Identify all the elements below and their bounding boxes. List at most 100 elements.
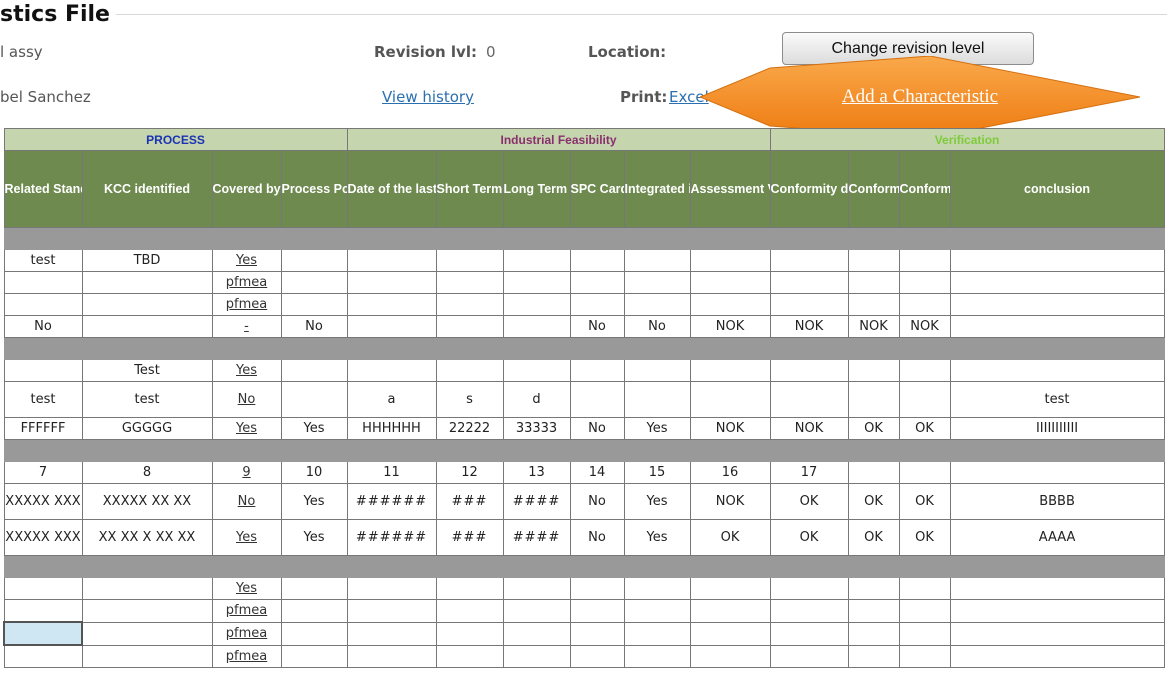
table-cell bbox=[502, 293, 571, 316]
table-cell bbox=[81, 271, 213, 294]
table-cell bbox=[346, 644, 437, 668]
table-row: pfmea bbox=[3, 271, 1165, 294]
table-cell[interactable]: pfmea bbox=[211, 621, 282, 646]
table-cell bbox=[3, 293, 83, 316]
table-cell bbox=[502, 644, 571, 668]
table-cell bbox=[280, 271, 348, 294]
table-cell: s bbox=[435, 381, 504, 418]
table-cell: No bbox=[569, 519, 625, 556]
table-cell: 14 bbox=[569, 461, 625, 484]
table-cell bbox=[346, 249, 437, 272]
table-cell: NOK bbox=[689, 483, 771, 520]
table-cell bbox=[81, 315, 213, 338]
column-header: conclusion bbox=[949, 150, 1165, 228]
owner-name: bel Sanchez bbox=[0, 88, 91, 106]
table-cell: NOK bbox=[898, 315, 951, 338]
table-cell bbox=[3, 644, 83, 668]
table-cell: Test bbox=[81, 359, 213, 382]
table-cell[interactable]: pfmea bbox=[211, 599, 282, 623]
column-header: Conformity drawing/ file bbox=[769, 150, 849, 228]
table-cell bbox=[949, 359, 1165, 382]
table-cell bbox=[689, 621, 771, 646]
table-cell bbox=[280, 577, 348, 600]
separator-cell bbox=[3, 227, 1165, 250]
table-cell bbox=[898, 359, 951, 382]
table-row: No - No No No NOK NOK NOK NOK bbox=[3, 315, 1165, 338]
table-cell bbox=[898, 644, 951, 668]
column-header: Covered by PFMEA ? (Y/N) bbox=[211, 150, 282, 228]
table-cell bbox=[898, 293, 951, 316]
table-cell[interactable]: 9 bbox=[211, 461, 282, 484]
table-cell[interactable]: pfmea bbox=[211, 293, 282, 316]
table-cell bbox=[847, 249, 900, 272]
table-cell: OK bbox=[898, 483, 951, 520]
table-cell: Yes bbox=[623, 519, 691, 556]
table-cell[interactable]: No bbox=[211, 381, 282, 418]
table-cell[interactable]: - bbox=[211, 315, 282, 338]
table-cell: XX XX X XX XX bbox=[81, 519, 213, 556]
table-cell[interactable]: pfmea bbox=[211, 271, 282, 294]
group-separator-row bbox=[3, 555, 1165, 578]
revision-label: Revision lvl: bbox=[374, 43, 477, 61]
table-cell[interactable]: No bbox=[211, 483, 282, 520]
table-cell bbox=[847, 621, 900, 646]
table-cell: No bbox=[280, 315, 348, 338]
table-cell bbox=[346, 621, 437, 646]
column-header: Conformity Ctrl Plan utilization bbox=[898, 150, 951, 228]
column-header: Assessment Vs capability target bbox=[689, 150, 771, 228]
table-cell bbox=[847, 599, 900, 623]
table-row: test test No a s d test bbox=[3, 381, 1165, 418]
table-row: Test Yes bbox=[3, 359, 1165, 382]
table-cell bbox=[949, 315, 1165, 338]
table-cell[interactable]: Yes bbox=[211, 417, 282, 440]
column-header: Integrated in Ctrl Plan bbox=[623, 150, 691, 228]
table-cell[interactable]: pfmea bbox=[211, 644, 282, 668]
table-cell bbox=[435, 271, 504, 294]
table-cell bbox=[898, 577, 951, 600]
table-cell bbox=[847, 381, 900, 418]
table-cell: 13 bbox=[502, 461, 571, 484]
table-cell: a bbox=[346, 381, 437, 418]
group-verification: Verification bbox=[769, 128, 1165, 151]
table-cell bbox=[847, 293, 900, 316]
table-cell: 17 bbox=[769, 461, 849, 484]
column-header: Date of the last Capability bbox=[346, 150, 437, 228]
table-cell bbox=[847, 461, 900, 484]
table-cell: d bbox=[502, 381, 571, 418]
view-history-link[interactable]: View history bbox=[382, 88, 474, 106]
table-cell bbox=[435, 315, 504, 338]
table-cell bbox=[502, 359, 571, 382]
table-cell[interactable]: Yes bbox=[211, 519, 282, 556]
column-header: Long Term Result bbox=[502, 150, 571, 228]
selected-cell[interactable] bbox=[3, 621, 83, 646]
table-cell[interactable]: Yes bbox=[211, 577, 282, 600]
table-cell: NOK bbox=[769, 417, 849, 440]
table-cell bbox=[569, 599, 625, 623]
table-cell bbox=[949, 249, 1165, 272]
table-cell: OK bbox=[847, 519, 900, 556]
table-cell: No bbox=[569, 417, 625, 440]
separator-cell bbox=[3, 439, 1165, 462]
table-cell: NOK bbox=[847, 315, 900, 338]
table-cell: test bbox=[3, 381, 83, 418]
table-cell: #### bbox=[502, 519, 571, 556]
table-cell bbox=[569, 271, 625, 294]
add-characteristic-callout[interactable]: Add a Characteristic bbox=[700, 56, 1140, 138]
table-cell bbox=[569, 621, 625, 646]
group-separator-row bbox=[3, 439, 1165, 462]
table-cell[interactable]: Yes bbox=[211, 249, 282, 272]
table-row: pfmea bbox=[3, 621, 1165, 646]
table-cell: 10 bbox=[280, 461, 348, 484]
table-cell: OK bbox=[769, 483, 849, 520]
table-cell bbox=[623, 271, 691, 294]
table-cell bbox=[502, 599, 571, 623]
table-cell: IIIIIIIIIII bbox=[949, 417, 1165, 440]
table-cell bbox=[3, 359, 83, 382]
revision-value: 0 bbox=[486, 43, 496, 61]
table-cell bbox=[346, 577, 437, 600]
table-cell[interactable]: Yes bbox=[211, 359, 282, 382]
table-cell: 16 bbox=[689, 461, 771, 484]
table-cell bbox=[847, 271, 900, 294]
table-cell bbox=[949, 577, 1165, 600]
table-cell bbox=[81, 577, 213, 600]
